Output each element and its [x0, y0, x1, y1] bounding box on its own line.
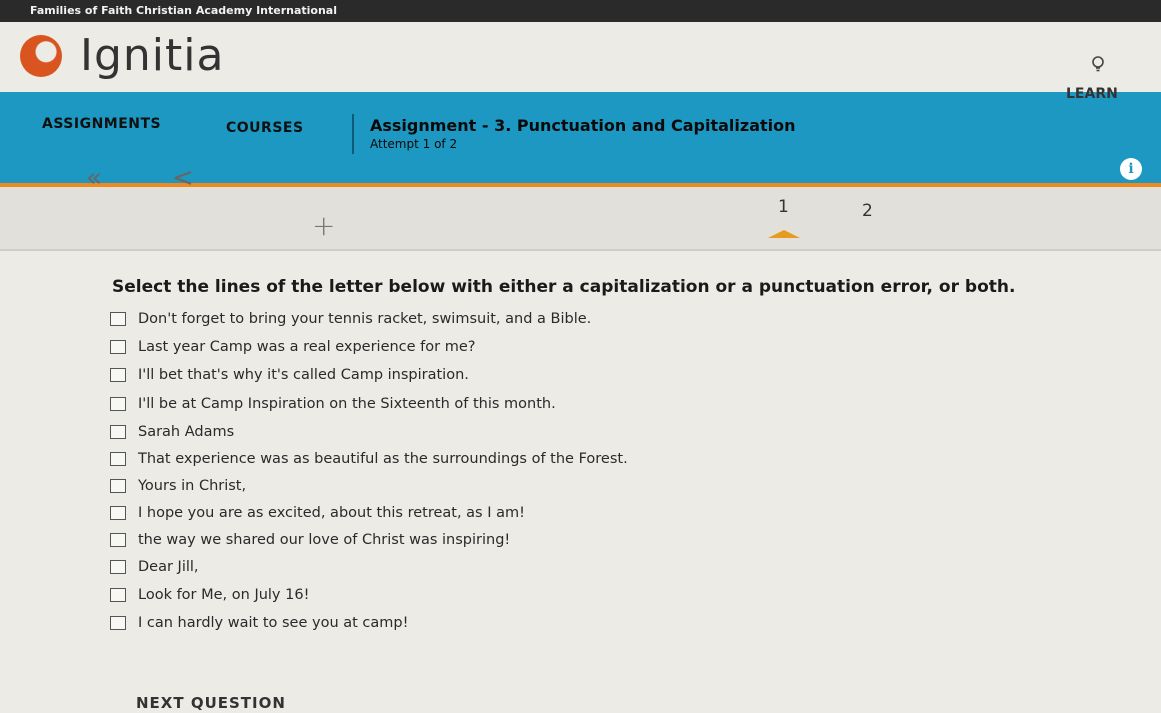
nav-divider [352, 114, 354, 154]
option-checkbox[interactable] [110, 368, 126, 382]
lightbulb-icon[interactable] [1090, 56, 1106, 72]
option-6[interactable]: That experience was as beautiful as the … [110, 451, 628, 467]
option-text: Last year Camp was a real experience for… [138, 339, 476, 355]
nav-assignments[interactable]: ASSIGNMENTS [42, 116, 161, 132]
next-question-button[interactable]: NEXT QUESTION [136, 694, 286, 712]
question-navigation: « < + 1 2 [0, 163, 1161, 251]
option-5[interactable]: Sarah Adams [110, 424, 234, 440]
option-text: Sarah Adams [138, 424, 235, 440]
option-text: I'll bet that's why it's called Camp ins… [138, 367, 469, 383]
question-2-tab[interactable]: 2 [862, 201, 873, 221]
option-checkbox[interactable] [110, 506, 126, 520]
option-checkbox[interactable] [110, 425, 126, 439]
option-3[interactable]: I'll bet that's why it's called Camp ins… [110, 367, 469, 383]
option-text: That experience was as beautiful as the … [138, 451, 628, 467]
ignitia-logo[interactable]: Ignitia [20, 30, 224, 81]
option-11[interactable]: Look for Me, on July 16! [110, 587, 309, 603]
first-question-icon[interactable]: « [86, 163, 102, 193]
option-10[interactable]: Dear Jill, [110, 559, 199, 575]
option-text: Look for Me, on July 16! [138, 587, 310, 603]
learn-button[interactable]: LEARN [1066, 86, 1118, 102]
option-text: the way we shared our love of Christ was… [138, 532, 511, 548]
option-text: I can hardly wait to see you at camp! [138, 615, 409, 631]
option-1[interactable]: Don't forget to bring your tennis racket… [110, 311, 591, 327]
nav-courses[interactable]: COURSES [226, 120, 304, 136]
question-prompt: Select the lines of the letter below wit… [112, 277, 1016, 297]
previous-question-icon[interactable]: < [172, 163, 194, 193]
option-text: I'll be at Camp Inspiration on the Sixte… [138, 396, 556, 412]
option-text: Dear Jill, [138, 559, 199, 575]
logo-text: Ignitia [80, 30, 225, 81]
option-4[interactable]: I'll be at Camp Inspiration on the Sixte… [110, 396, 556, 412]
attempt-label: Attempt 1 of 2 [370, 137, 458, 151]
assignment-title: Assignment - 3. Punctuation and Capitali… [370, 116, 796, 135]
question-1-tab[interactable]: 1 [778, 197, 789, 217]
option-checkbox[interactable] [110, 397, 126, 411]
option-text: Yours in Christ, [138, 478, 247, 494]
active-question-marker [768, 230, 800, 238]
option-8[interactable]: I hope you are as excited, about this re… [110, 505, 525, 521]
option-checkbox[interactable] [110, 616, 126, 630]
option-9[interactable]: the way we shared our love of Christ was… [110, 532, 510, 548]
option-checkbox[interactable] [110, 452, 126, 466]
ignitia-logo-icon [20, 34, 62, 77]
option-checkbox[interactable] [110, 588, 126, 602]
option-12[interactable]: I can hardly wait to see you at camp! [110, 615, 408, 631]
option-text: I hope you are as excited, about this re… [138, 505, 525, 521]
app-header: Ignitia [0, 22, 1161, 92]
window-title: Families of Faith Christian Academy Inte… [30, 4, 338, 17]
info-icon[interactable]: i [1120, 158, 1142, 180]
option-7[interactable]: Yours in Christ, [110, 478, 246, 494]
option-text: Don't forget to bring your tennis racket… [138, 311, 592, 327]
option-2[interactable]: Last year Camp was a real experience for… [110, 339, 475, 355]
option-checkbox[interactable] [110, 533, 126, 547]
option-checkbox[interactable] [110, 560, 126, 574]
option-checkbox[interactable] [110, 340, 126, 354]
option-checkbox[interactable] [110, 312, 126, 326]
option-checkbox[interactable] [110, 479, 126, 493]
add-icon[interactable]: + [312, 209, 335, 242]
window-title-bar: Families of Faith Christian Academy Inte… [0, 0, 1161, 22]
